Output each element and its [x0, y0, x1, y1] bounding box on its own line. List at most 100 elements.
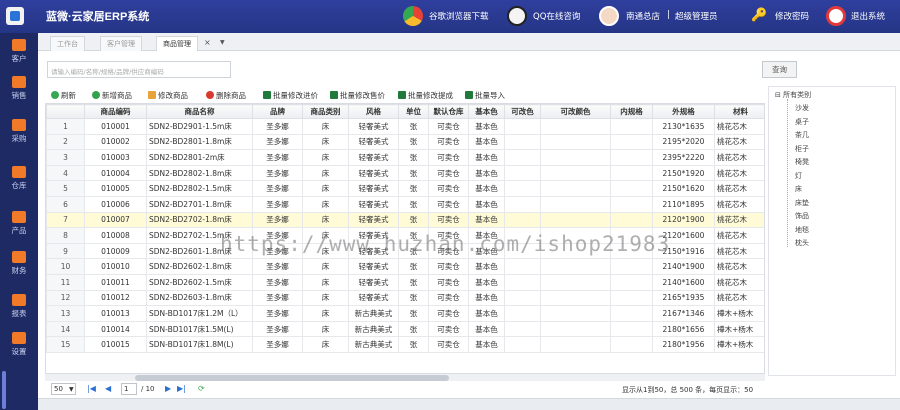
- table-cell: 圣多娜: [252, 164, 303, 182]
- key-icon[interactable]: 🔑: [751, 8, 767, 23]
- sidebar-item-products[interactable]: 产品: [0, 208, 38, 244]
- tab-product-management[interactable]: 商品管理: [156, 36, 198, 51]
- tree-node[interactable]: 床垫: [795, 198, 809, 208]
- column-header[interactable]: 商品名称: [146, 104, 253, 119]
- user-role[interactable]: 超级管理员: [675, 10, 718, 22]
- table-cell: 轻奢美式: [348, 211, 399, 229]
- row-number: 11: [46, 273, 85, 291]
- column-header[interactable]: 基本色: [468, 104, 505, 119]
- tree-node[interactable]: 沙发: [795, 103, 809, 113]
- row-number: 1: [46, 118, 85, 135]
- column-header[interactable]: [46, 104, 85, 119]
- batch-edit-purchase-price-button[interactable]: 批量修改进价: [263, 90, 318, 101]
- next-page-icon[interactable]: ▶: [165, 384, 171, 393]
- table-row[interactable]: 11 010011 SDN2-BD2602-1.5m床 圣多娜床轻奢美式张可卖仓 基本色…: [46, 273, 764, 291]
- logout-link[interactable]: 退出系统: [851, 10, 885, 22]
- table-cell: 圣多娜: [252, 133, 303, 151]
- tree-node[interactable]: 灯: [795, 171, 802, 181]
- sidebar-item-purchase[interactable]: 采购: [0, 116, 38, 152]
- column-header[interactable]: 默认仓库: [428, 104, 469, 119]
- tree-node[interactable]: 床: [795, 184, 802, 194]
- table-row[interactable]: 1 010001 SDN2-BD2901-1.5m床 圣多娜床轻奢美式张可卖仓 基本色 2…: [46, 118, 764, 135]
- tree-node[interactable]: 枕头: [795, 238, 809, 248]
- column-header[interactable]: 内规格: [610, 104, 653, 119]
- tree-root[interactable]: ⊟ 所有类别: [775, 90, 811, 100]
- search-button[interactable]: 查询: [762, 61, 797, 78]
- edit-product-button[interactable]: 修改商品: [148, 90, 188, 101]
- last-page-icon[interactable]: ▶|: [177, 384, 186, 393]
- qq-icon[interactable]: [507, 6, 527, 26]
- page-size-dropdown-icon[interactable]: ▼: [69, 386, 74, 393]
- table-cell: [540, 211, 611, 229]
- column-header[interactable]: 外规格: [652, 104, 715, 119]
- table-row[interactable]: 13 010013 SDN-BD1017床1.2M（L） 圣多娜床新古典美式张可卖仓基…: [46, 305, 764, 322]
- table-row[interactable]: 14 010014 SDN-BD1017床1.5M(L) 圣多娜床新古典美式张可卖仓基…: [46, 320, 764, 338]
- table-row[interactable]: 4 010004 SDN2-BD2802-1.8m床 圣多娜床轻奢美式张可卖仓 基本色 2…: [46, 164, 764, 182]
- chrome-icon[interactable]: [403, 6, 423, 26]
- toolbar: 刷新 新增商品 修改商品 删除商品 批量修改进价 批量修改售价 批量修改提成 批…: [45, 89, 765, 103]
- tree-node[interactable]: 饰品: [795, 211, 809, 221]
- column-header[interactable]: 品牌: [252, 104, 303, 119]
- table-cell: [540, 133, 611, 151]
- table-cell: 桃花芯木: [714, 273, 764, 291]
- column-header[interactable]: 风格: [348, 104, 399, 119]
- delete-product-button[interactable]: 删除商品: [206, 90, 246, 101]
- store-name[interactable]: 南通总店: [626, 10, 660, 22]
- sidebar-item-customers[interactable]: 客户: [0, 36, 38, 72]
- column-header[interactable]: 材料: [714, 104, 764, 119]
- table-cell: 2195*2020: [652, 133, 715, 151]
- sidebar-scrollbar[interactable]: [2, 371, 6, 409]
- add-product-button[interactable]: 新增商品: [92, 90, 132, 101]
- table-cell: 床: [302, 118, 349, 135]
- table-row[interactable]: 5 010005 SDN2-BD2802-1.5m床 圣多娜床轻奢美式张可卖仓 基本色 2…: [46, 180, 764, 197]
- sidebar-item-settings[interactable]: 设置: [0, 329, 38, 365]
- search-input[interactable]: 请输入编码/名称/规格/品牌/供应商编码: [47, 61, 231, 78]
- column-header[interactable]: 商品类别: [302, 104, 349, 119]
- sidebar-item-sales[interactable]: 销售: [0, 73, 38, 109]
- table-row[interactable]: 2 010002 SDN2-BD2801-1.8m床 圣多娜床轻奢美式张可卖仓 基本色 2…: [46, 133, 764, 151]
- first-page-icon[interactable]: |◀: [87, 384, 96, 393]
- table-cell: 010009: [84, 242, 147, 260]
- tree-node[interactable]: 地毯: [795, 225, 809, 235]
- table-cell: [504, 289, 541, 307]
- table-cell: 基本色: [468, 320, 505, 338]
- column-header[interactable]: 单位: [398, 104, 429, 119]
- column-header[interactable]: 可改颜色: [540, 104, 611, 119]
- tree-node[interactable]: 茶几: [795, 130, 809, 140]
- table-cell: 张: [398, 273, 429, 291]
- logout-icon[interactable]: [826, 6, 846, 26]
- table-row[interactable]: 10 010010 SDN2-BD2602-1.8m床 圣多娜床轻奢美式张可卖仓 基本色…: [46, 258, 764, 275]
- batch-edit-commission-button[interactable]: 批量修改提成: [398, 90, 453, 101]
- table-row[interactable]: 12 010012 SDN2-BD2603-1.8m床 圣多娜床轻奢美式张可卖仓 基本色…: [46, 289, 764, 307]
- tree-node[interactable]: 桌子: [795, 117, 809, 127]
- sidebar-item-reports[interactable]: 报表: [0, 291, 38, 327]
- user-avatar-icon[interactable]: [599, 6, 619, 26]
- change-password-link[interactable]: 修改密码: [775, 10, 809, 22]
- tree-node[interactable]: 椅凳: [795, 157, 809, 167]
- table-row[interactable]: 7 010007 SDN2-BD2702-1.8m床 圣多娜床轻奢美式张可卖仓 基本色 2…: [46, 211, 764, 229]
- prev-page-icon[interactable]: ◀: [105, 384, 111, 393]
- table-row[interactable]: 3 010003 SDN2-BD2801-2m床 圣多娜床轻奢美式张可卖仓 基本色 239…: [46, 149, 764, 166]
- batch-import-button[interactable]: 批量导入: [465, 90, 505, 101]
- tab-menu-dropdown-icon[interactable]: ▼: [220, 39, 225, 46]
- table-row[interactable]: 15 010015 SDN-BD1017床1.8M(L) 圣多娜床新古典美式张可卖仓基…: [46, 336, 764, 353]
- horizontal-scrollbar[interactable]: [45, 373, 765, 381]
- table-cell: 张: [398, 211, 429, 229]
- batch-edit-sale-price-button[interactable]: 批量修改售价: [330, 90, 385, 101]
- sidebar-item-finance[interactable]: 财务: [0, 248, 38, 284]
- current-page-input[interactable]: 1: [121, 383, 137, 395]
- qq-consult-link[interactable]: QQ在线咨询: [533, 10, 580, 22]
- sidebar-item-warehouse[interactable]: 仓库: [0, 163, 38, 199]
- table-cell: [504, 164, 541, 182]
- table-row[interactable]: 6 010006 SDN2-BD2701-1.8m床 圣多娜床轻奢美式张可卖仓 基本色 2…: [46, 195, 764, 213]
- tab-workbench[interactable]: 工作台: [50, 36, 85, 51]
- column-header[interactable]: 商品编码: [84, 104, 147, 119]
- tab-close-icon[interactable]: ×: [204, 38, 211, 47]
- column-header[interactable]: 可改色: [504, 104, 541, 119]
- tree-node[interactable]: 柜子: [795, 144, 809, 154]
- chrome-download-link[interactable]: 谷歌浏览器下载: [429, 10, 489, 22]
- tab-customer-management[interactable]: 客户管理: [100, 36, 142, 51]
- tree-collapse-icon[interactable]: ⊟: [775, 91, 783, 99]
- reload-icon[interactable]: ⟳: [198, 384, 205, 393]
- refresh-button[interactable]: 刷新: [51, 90, 76, 101]
